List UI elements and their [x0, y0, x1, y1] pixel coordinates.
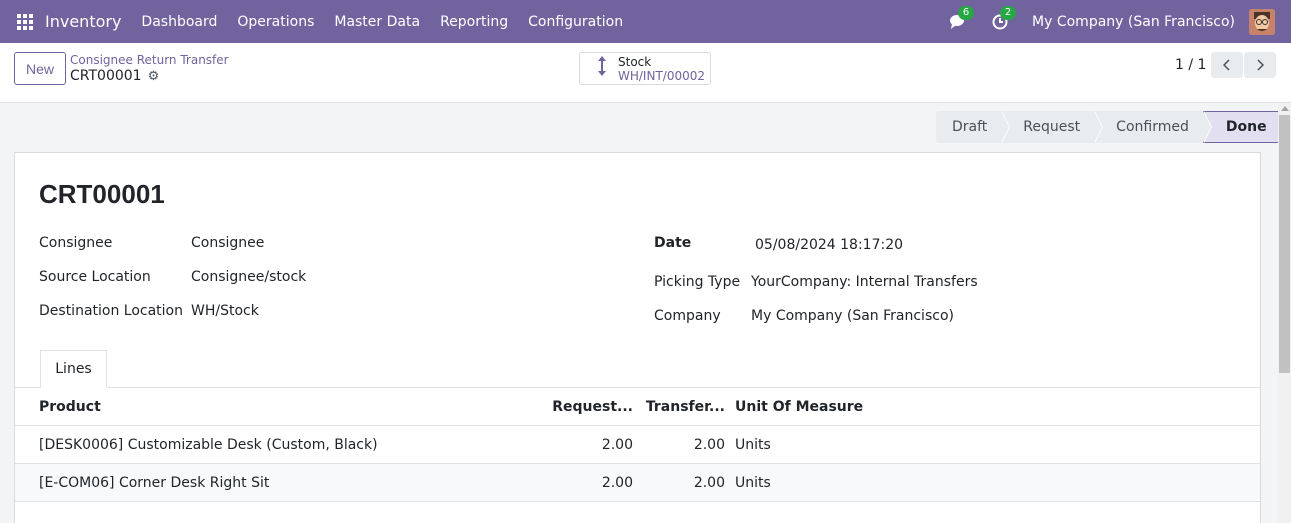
column-uom[interactable]: Unit Of Measure: [735, 388, 863, 426]
source-location-field[interactable]: Consignee/stock: [191, 269, 306, 285]
row-transferred: 2.00: [693, 475, 725, 491]
row-product: [DESK0006] Customizable Desk (Custom, Bl…: [39, 437, 378, 453]
consignee-field[interactable]: Consignee: [191, 235, 264, 251]
company-label: Company: [654, 308, 721, 324]
menu-reporting[interactable]: Reporting: [430, 14, 518, 30]
menu-master-data[interactable]: Master Data: [324, 14, 430, 30]
stage-done[interactable]: Done: [1202, 111, 1286, 143]
table-row[interactable]: [E-COM06] Corner Desk Right Sit 2.00 2.0…: [15, 464, 1260, 502]
activities-badge: 2: [1000, 5, 1017, 20]
destination-location-label: Destination Location: [39, 303, 183, 319]
stage-done-label: Done: [1225, 119, 1267, 135]
scrollbar-thumb[interactable]: [1279, 115, 1290, 373]
consignee-label: Consignee: [39, 235, 113, 251]
control-panel: New Consignee Return Transfer CRT00001 ⚙…: [0, 43, 1291, 103]
chevron-left-icon: [1223, 59, 1230, 71]
pager-value[interactable]: 1 / 1: [1175, 57, 1206, 73]
stage-request[interactable]: Request: [1001, 111, 1104, 143]
tab-lines[interactable]: Lines: [40, 350, 107, 388]
gear-icon[interactable]: ⚙: [148, 69, 160, 84]
stage-draft-label: Draft: [952, 119, 988, 135]
smart-button-title: Stock: [618, 54, 652, 69]
picking-type-field[interactable]: YourCompany: Internal Transfers: [751, 274, 978, 290]
row-uom: Units: [735, 475, 771, 491]
column-requested[interactable]: Request...: [545, 388, 633, 426]
new-button[interactable]: New: [14, 52, 66, 85]
messages-button[interactable]: 6: [948, 5, 975, 32]
record-name-label: CRT00001: [70, 68, 142, 84]
company-field[interactable]: My Company (San Francisco): [751, 308, 954, 324]
destination-location-field[interactable]: WH/Stock: [191, 303, 259, 319]
column-transferred[interactable]: Transfer...: [645, 388, 725, 426]
column-product[interactable]: Product: [39, 388, 101, 426]
vertical-scrollbar[interactable]: [1278, 103, 1291, 523]
stage-confirmed-label: Confirmed: [1116, 119, 1189, 135]
row-requested: 2.00: [601, 475, 633, 491]
pager-next-button[interactable]: [1244, 52, 1276, 78]
status-bar: Draft Request Confirmed Done: [936, 111, 1286, 143]
date-label: Date: [654, 235, 692, 251]
row-product: [E-COM06] Corner Desk Right Sit: [39, 475, 270, 491]
row-uom: Units: [735, 437, 771, 453]
scroll-up-arrow-icon[interactable]: [1281, 106, 1289, 111]
row-transferred: 2.00: [693, 437, 725, 453]
picking-type-label: Picking Type: [654, 274, 741, 290]
lines-table: Product Request... Transfer... Unit Of M…: [15, 388, 1260, 502]
breadcrumb-current: CRT00001 ⚙: [70, 68, 159, 84]
source-location-label: Source Location: [39, 269, 151, 285]
row-requested: 2.00: [601, 437, 633, 453]
form-sheet: CRT00001 Consignee Consignee Source Loca…: [14, 152, 1261, 523]
pager-previous-button[interactable]: [1211, 52, 1243, 78]
stage-confirmed[interactable]: Confirmed: [1094, 111, 1212, 143]
stage-draft[interactable]: Draft: [936, 111, 1011, 143]
stock-smart-button[interactable]: Stock WH/INT/00002: [579, 52, 711, 85]
chevron-right-icon: [1257, 59, 1264, 71]
breadcrumb-parent[interactable]: Consignee Return Transfer: [70, 53, 229, 67]
table-row[interactable]: [DESK0006] Customizable Desk (Custom, Bl…: [15, 426, 1260, 464]
menu-configuration[interactable]: Configuration: [518, 14, 633, 30]
stage-request-label: Request: [1023, 119, 1081, 135]
activities-button[interactable]: 2: [990, 5, 1017, 32]
smart-button-value: WH/INT/00002: [618, 68, 705, 83]
messages-badge: 6: [958, 5, 975, 20]
company-switcher[interactable]: My Company (San Francisco): [1032, 14, 1235, 30]
table-header: Product Request... Transfer... Unit Of M…: [15, 388, 1260, 426]
apps-menu-icon[interactable]: [17, 13, 33, 30]
user-avatar[interactable]: [1249, 8, 1275, 35]
transfer-arrows-icon: [594, 55, 610, 82]
menu-dashboard[interactable]: Dashboard: [131, 14, 227, 30]
app-name[interactable]: Inventory: [45, 12, 121, 31]
date-field[interactable]: 05/08/2024 18:17:20: [755, 237, 903, 253]
menu-operations[interactable]: Operations: [227, 14, 324, 30]
record-title: CRT00001: [39, 179, 165, 209]
top-navbar: Inventory Dashboard Operations Master Da…: [0, 0, 1291, 43]
